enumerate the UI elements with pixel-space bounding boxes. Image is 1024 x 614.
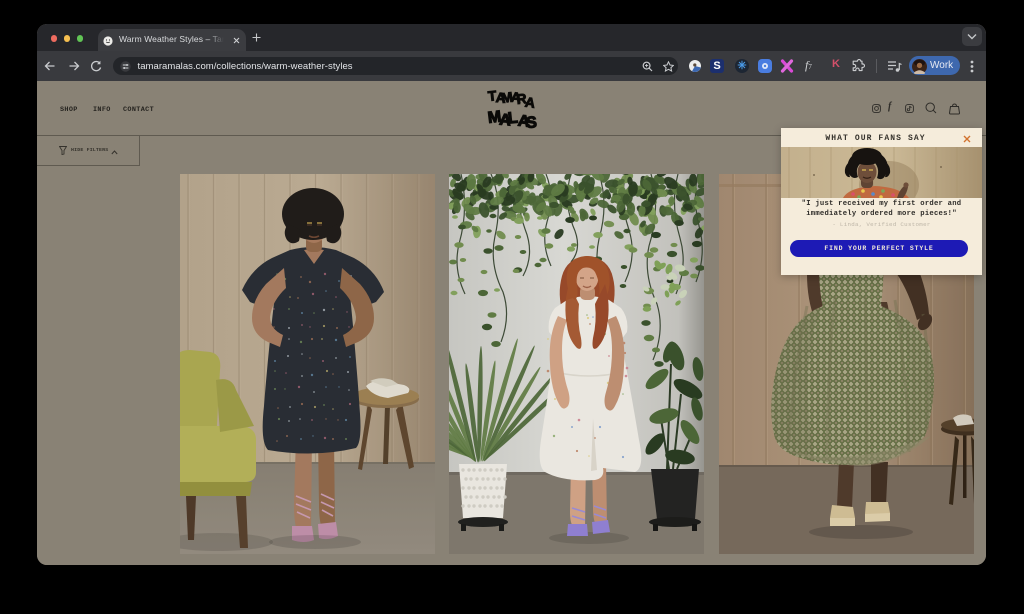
- svg-text:A: A: [524, 95, 536, 111]
- svg-text:S: S: [526, 114, 537, 132]
